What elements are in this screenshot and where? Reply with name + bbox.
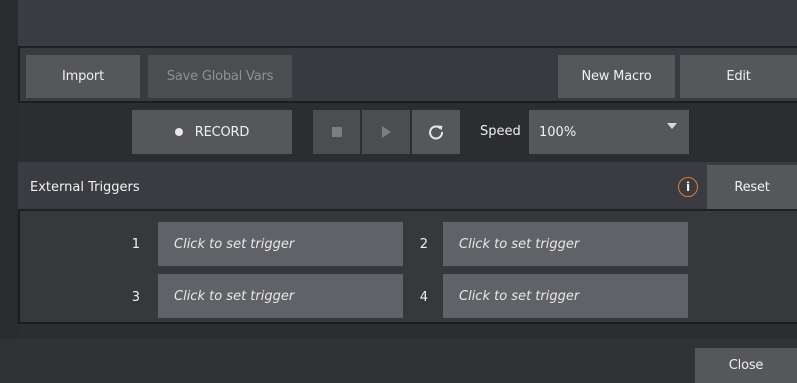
save-global-vars-button[interactable]: Save Global Vars <box>148 55 292 98</box>
stop-button[interactable] <box>313 110 360 154</box>
import-button[interactable]: Import <box>26 55 140 98</box>
reset-button[interactable]: Reset <box>707 165 797 209</box>
play-icon <box>381 126 391 138</box>
info-icon[interactable]: i <box>678 177 698 197</box>
trigger-slot-2[interactable]: Click to set trigger <box>443 222 688 266</box>
play-button[interactable] <box>362 110 410 154</box>
macro-list[interactable] <box>18 0 797 48</box>
trigger-number: 1 <box>131 237 140 252</box>
loop-icon <box>429 125 443 140</box>
external-triggers-title: External Triggers <box>30 180 140 195</box>
record-dot-icon <box>174 128 183 136</box>
trigger-number: 4 <box>419 290 428 305</box>
record-button[interactable]: RECORD <box>132 110 292 154</box>
left-strip <box>0 0 18 383</box>
dialog-footer <box>0 339 797 383</box>
trigger-slot-4[interactable]: Click to set trigger <box>443 274 688 318</box>
trigger-number: 2 <box>419 237 428 252</box>
speed-value: 100% <box>539 124 577 140</box>
new-macro-button[interactable]: New Macro <box>558 55 675 98</box>
edit-button[interactable]: Edit <box>680 55 797 98</box>
speed-label: Speed <box>480 124 521 139</box>
speed-select[interactable]: 100% <box>529 110 689 154</box>
close-button[interactable]: Close <box>695 348 797 383</box>
record-label: RECORD <box>194 124 250 140</box>
loop-button[interactable] <box>412 110 460 154</box>
chevron-down-icon <box>667 123 677 129</box>
trigger-number: 3 <box>131 290 140 305</box>
trigger-slot-3[interactable]: Click to set trigger <box>158 274 403 318</box>
stop-icon <box>331 127 342 137</box>
trigger-slot-1[interactable]: Click to set trigger <box>158 222 403 266</box>
